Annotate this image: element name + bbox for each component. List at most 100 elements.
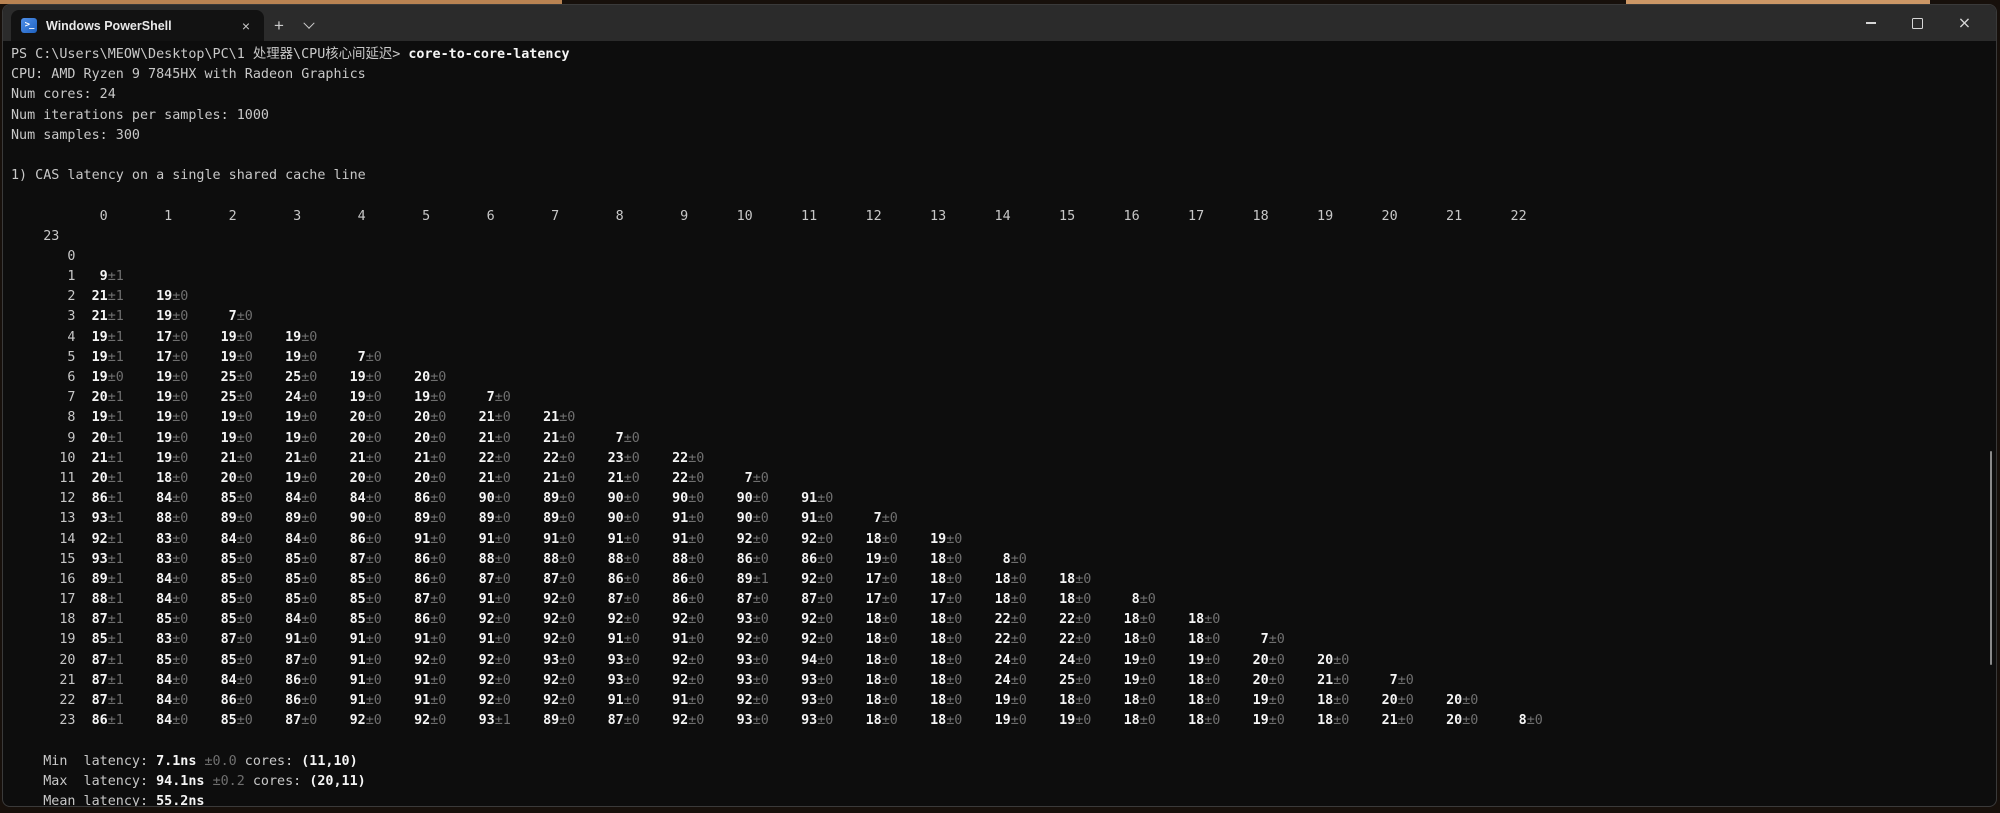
latency-cell: 87 [269, 652, 302, 668]
latency-cell: 83 [140, 531, 173, 547]
latency-cell: 19 [914, 531, 947, 547]
latency-error: ±1 [107, 531, 140, 547]
latency-error: ±0 [1075, 571, 1108, 587]
latency-cell: 18 [1172, 612, 1205, 628]
prompt-text: PS C:\Users\MEOW\Desktop\PC\1 处理器\CPU核心间… [11, 47, 409, 62]
latency-cell: 91 [462, 531, 495, 547]
latency-error: ±0 [430, 491, 463, 507]
latency-error: ±0 [688, 632, 721, 648]
latency-error: ±0 [236, 491, 269, 507]
row-label: 2 [11, 289, 76, 305]
latency-error: ±0 [1075, 632, 1108, 648]
latency-error: ±0 [365, 713, 398, 729]
latency-error: ±0 [1268, 652, 1301, 668]
latency-cell: 85 [140, 612, 173, 628]
latency-cell: 18 [914, 612, 947, 628]
latency-error: ±0 [559, 511, 592, 527]
info-text: CPU: AMD Ryzen 9 7845HX with Radeon Grap… [11, 67, 366, 83]
latency-cell: 87 [75, 693, 108, 708]
section-title: 1) CAS latency on a single shared cache … [11, 168, 366, 184]
latency-cell: 8 [978, 551, 1011, 567]
latency-cell: 92 [75, 531, 108, 547]
max-label: Max latency: [11, 773, 157, 789]
latency-error: ±1 [752, 571, 785, 587]
latency-cell: 86 [398, 571, 431, 587]
latency-error: ±0 [494, 632, 527, 648]
latency-error: ±0 [1010, 652, 1043, 668]
latency-error: ±0 [1139, 612, 1172, 628]
command-text: core-to-core-latency [408, 47, 570, 62]
latency-error: ±0 [430, 410, 463, 426]
latency-cell: 18 [1172, 713, 1205, 729]
maximize-button[interactable] [1894, 5, 1941, 41]
latency-cell: 21 [1365, 713, 1398, 729]
latency-error: ±0 [752, 632, 785, 648]
scrollbar-thumb[interactable] [1989, 451, 1992, 665]
latency-error: ±0 [365, 390, 398, 406]
new-tab-button[interactable]: + [264, 10, 294, 41]
latency-cell: 19 [1172, 652, 1205, 668]
latency-cell: 92 [527, 612, 560, 628]
table-row: 1 9±1 [11, 267, 1996, 287]
maximize-icon [1912, 17, 1923, 29]
latency-cell: 90 [591, 491, 624, 507]
latency-cell: 86 [591, 571, 624, 587]
latency-cell: 94 [785, 652, 818, 668]
latency-cell: 89 [269, 511, 302, 527]
latency-error: ±0 [881, 612, 914, 628]
latency-cell: 20 [1236, 672, 1269, 688]
latency-cell: 17 [849, 592, 882, 608]
minimize-button[interactable] [1847, 5, 1894, 41]
latency-error: ±0 [623, 551, 656, 567]
tab-dropdown-button[interactable] [294, 10, 324, 41]
latency-cell: 93 [75, 551, 108, 567]
latency-cell: 88 [462, 551, 495, 567]
latency-error: ±0 [623, 713, 656, 729]
latency-error: ±0 [559, 592, 592, 608]
latency-cell: 85 [333, 612, 366, 628]
latency-cell: 20 [398, 430, 431, 446]
latency-cell: 19 [204, 349, 237, 365]
latency-cell: 18 [914, 713, 947, 729]
latency-cell: 92 [527, 672, 560, 688]
latency-error: ±1 [107, 309, 140, 325]
latency-error: ±0 [365, 652, 398, 668]
latency-cell: 87 [591, 713, 624, 729]
latency-error: ±0 [172, 329, 205, 345]
cores-label: cores: [244, 773, 310, 789]
powershell-icon: >_ [21, 18, 37, 33]
terminal-output[interactable]: PS C:\Users\MEOW\Desktop\PC\1 处理器\CPU核心间… [3, 41, 1996, 806]
latency-cell: 24 [269, 390, 302, 406]
latency-error: ±1 [107, 551, 140, 567]
latency-error: ±0 [236, 470, 269, 486]
latency-error: ±0 [881, 713, 914, 729]
latency-cell: 92 [720, 531, 753, 547]
latency-cell: 17 [140, 349, 173, 365]
latency-error: ±0 [172, 450, 205, 466]
latency-error: ±0 [236, 329, 269, 345]
latency-cell: 91 [269, 632, 302, 648]
tab-close-icon[interactable]: × [238, 17, 254, 35]
latency-cell: 83 [140, 632, 173, 648]
latency-cell: 91 [333, 652, 366, 668]
close-button[interactable]: × [1941, 5, 1988, 41]
latency-cell: 89 [204, 511, 237, 527]
tab-windows-powershell[interactable]: >_ Windows PowerShell × [11, 10, 264, 41]
latency-cell: 18 [849, 693, 882, 708]
row-label: 0 [11, 248, 76, 264]
latency-cell: 84 [140, 592, 173, 608]
latency-error: ±0 [494, 450, 527, 466]
latency-error: ±0 [301, 390, 334, 406]
latency-error: ±0 [1010, 672, 1043, 688]
titlebar[interactable]: >_ Windows PowerShell × + × [3, 5, 1996, 41]
latency-cell: 87 [527, 571, 560, 587]
latency-cell: 24 [978, 672, 1011, 688]
latency-error: ±0 [430, 612, 463, 628]
latency-cell: 23 [591, 450, 624, 466]
latency-cell: 22 [656, 450, 689, 466]
latency-cell: 93 [720, 672, 753, 688]
latency-error: ±0 [688, 612, 721, 628]
latency-cell: 91 [656, 511, 689, 527]
latency-error: ±0 [881, 592, 914, 608]
latency-error: ±0 [946, 693, 979, 708]
